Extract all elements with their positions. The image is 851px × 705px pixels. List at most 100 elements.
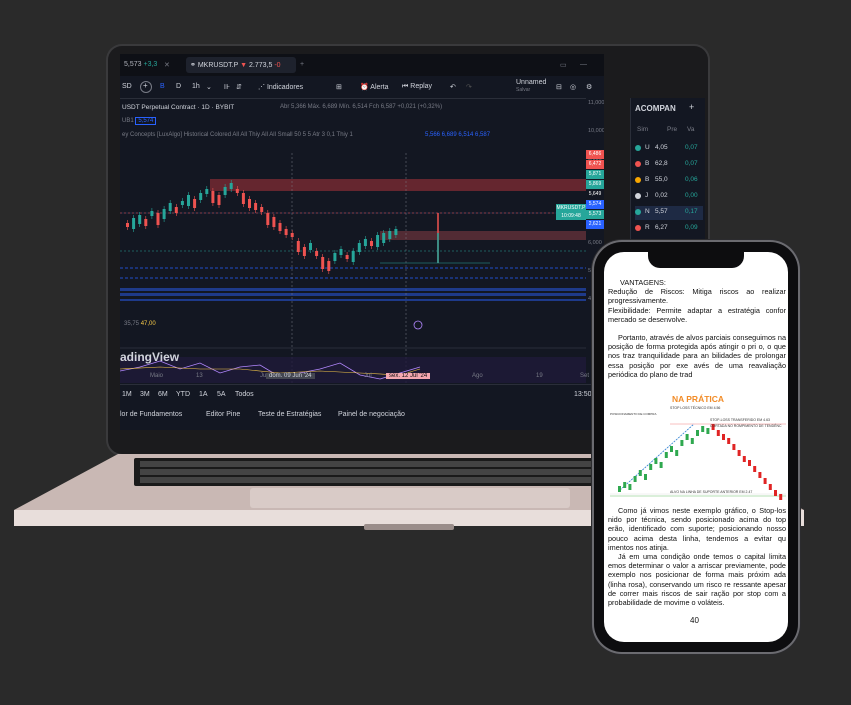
- figure-candle: [701, 426, 705, 432]
- price-tag: 5,871: [586, 170, 604, 179]
- layout-grid-icon[interactable]: ⊟: [556, 83, 562, 91]
- ohlc-values: Abr 5,366 Máx. 6,689 Mín. 6,514 Fch 6,58…: [280, 104, 443, 110]
- watchlist-symbol: B: [645, 176, 650, 183]
- range-button[interactable]: Todos: [235, 391, 254, 398]
- interval-b[interactable]: B: [160, 83, 165, 90]
- indicators-icon: ⋰: [258, 84, 265, 91]
- figure-candle: [706, 428, 710, 434]
- search-icon[interactable]: ◎: [570, 83, 576, 91]
- alarm-icon: ⏰: [360, 84, 369, 91]
- phone-notch: [648, 252, 744, 268]
- figure-candle: [722, 434, 725, 440]
- candle-type-icon[interactable]: ⊪: [224, 83, 230, 91]
- undo-icon[interactable]: ↶: [450, 83, 456, 91]
- figure-candle: [623, 482, 627, 488]
- figure-candle: [659, 462, 663, 468]
- range-button[interactable]: 1A: [199, 391, 208, 398]
- figure-candle: [618, 486, 621, 492]
- bottom-tab[interactable]: lor de Fundamentos: [120, 411, 182, 418]
- figure-candle: [633, 476, 637, 482]
- bottom-tab[interactable]: Teste de Estratégias: [258, 411, 321, 418]
- range-button[interactable]: YTD: [176, 391, 190, 398]
- indicator-legend: ey Concepts [LuxAlgo] Historical Colored…: [122, 132, 353, 138]
- interval-d[interactable]: D: [176, 83, 181, 90]
- indicators-button[interactable]: ⋰ Indicadores: [258, 83, 303, 91]
- col-pre[interactable]: Pre: [667, 126, 677, 133]
- doc-figure: NA PRÁTICA STOP LOSS TÉCNICO EM 4.56 STO…: [610, 394, 786, 504]
- chevron-down-icon[interactable]: ⌄: [206, 83, 212, 91]
- watchlist-price: 4,05: [655, 144, 668, 151]
- watchlist-price: 55,0: [655, 176, 668, 183]
- browser-tab-bar: 5,573 +3,3 ✕ ⚭ MKRUSDT.P ▼ 2.773,5 -0 + …: [120, 54, 604, 77]
- figure-candle: [696, 430, 699, 436]
- price-axis-label: 10,000: [588, 128, 604, 134]
- bottom-tab[interactable]: Painel de negociação: [338, 411, 405, 418]
- figure-candle: [748, 460, 751, 466]
- layout-icon[interactable]: ⊞: [336, 83, 342, 91]
- figure-candle: [758, 472, 762, 478]
- figure-note-4: ALVO NA LINHA DE SUPORTE ANTERIOR EM 2.4…: [670, 490, 753, 494]
- watchlist-row[interactable]: B 62,8 0,07: [635, 158, 703, 172]
- tab-price[interactable]: 5,573 +3,3: [124, 61, 157, 68]
- time-axis-label: 19: [536, 373, 543, 379]
- chat-icon[interactable]: ▭: [560, 61, 567, 69]
- add-watch-icon[interactable]: +: [689, 102, 694, 112]
- figure-candle: [774, 490, 777, 496]
- doc-bullet-2: Flexibilidade: Permite adaptar a estraté…: [608, 305, 786, 324]
- currency-label[interactable]: SD: [122, 83, 132, 90]
- figure-candle: [727, 438, 731, 444]
- figure-candle: [768, 484, 772, 490]
- watchlist-symbol: B: [645, 160, 650, 167]
- interval-1h[interactable]: 1h: [192, 83, 200, 90]
- replay-button[interactable]: ⏮ Replay: [402, 83, 432, 91]
- bottom-tab[interactable]: Editor Pine: [206, 411, 240, 418]
- watchlist-change: 0,07: [685, 160, 698, 167]
- laptop-screen: 5,573 +3,3 ✕ ⚭ MKRUSDT.P ▼ 2.773,5 -0 + …: [120, 54, 604, 430]
- time-axis: Maio13JuJul15Ago19Set dom. 09 Jun '24 se…: [120, 372, 589, 384]
- watchlist-price: 6,27: [655, 224, 668, 231]
- price-tag: 5,869: [586, 180, 604, 189]
- watchlist-change: 0,06: [685, 176, 698, 183]
- tradingview-watermark: adingView: [120, 350, 180, 364]
- range-button[interactable]: 5A: [217, 391, 226, 398]
- figure-candle: [716, 430, 720, 436]
- watchlist-symbol: U: [645, 144, 650, 151]
- watchlist-row[interactable]: J 0,02 0,00: [635, 190, 703, 204]
- range-button[interactable]: 1M: [122, 391, 132, 398]
- figure-candle: [685, 434, 689, 440]
- new-tab-icon[interactable]: +: [300, 61, 304, 68]
- figure-candle: [644, 474, 647, 480]
- watchlist-row[interactable]: U 4,05 0,07: [635, 142, 703, 156]
- watchlist-row[interactable]: N 5,57 0,17: [635, 206, 703, 220]
- alert-button[interactable]: ⏰ Alerta: [360, 83, 389, 91]
- clock: 13:50: [574, 391, 592, 398]
- gear-icon[interactable]: ⚙: [586, 83, 592, 91]
- indicator-values: 5,566 6,689 6,514 6,587: [425, 132, 491, 138]
- watchlist-price: 0,02: [655, 192, 668, 199]
- figure-candle: [690, 438, 694, 444]
- watchlist-row[interactable]: R 6,27 0,09: [635, 222, 703, 236]
- coin-icon: [635, 193, 641, 199]
- figure-note-5: POSICIONAMENTO DE COMPRA: [610, 412, 657, 416]
- time-axis-label: 13: [196, 373, 203, 379]
- compare-icon[interactable]: ⇵: [236, 83, 242, 91]
- doc-paragraph-1: Portanto, através de alvos parciais cons…: [608, 333, 786, 379]
- symbol-price-tag: MKRUSDT.P 10:09:48: [556, 204, 586, 220]
- redo-icon[interactable]: ↷: [466, 83, 472, 91]
- range-button[interactable]: 3M: [140, 391, 150, 398]
- col-var[interactable]: Va: [687, 126, 694, 133]
- figure-candle: [680, 440, 684, 446]
- figure-candle: [675, 450, 679, 456]
- doc-paragraph-2: Como já vimos neste exemplo gráfico, o S…: [608, 506, 786, 552]
- phone-screen: VANTAGENS: Redução de Riscos: Mitiga ris…: [604, 252, 788, 642]
- watchlist-row[interactable]: B 55,0 0,06: [635, 174, 703, 188]
- minimize-icon[interactable]: —: [580, 61, 587, 68]
- layout-name[interactable]: Unnamed Salvar: [516, 79, 546, 94]
- price-tag: 2,621: [586, 220, 604, 229]
- close-icon[interactable]: ✕: [164, 61, 170, 69]
- figure-candle: [742, 456, 746, 462]
- range-button[interactable]: 6M: [158, 391, 168, 398]
- coin-icon: [635, 209, 641, 215]
- col-sim[interactable]: Sim: [637, 126, 648, 133]
- figure-title: NA PRÁTICA: [671, 394, 725, 404]
